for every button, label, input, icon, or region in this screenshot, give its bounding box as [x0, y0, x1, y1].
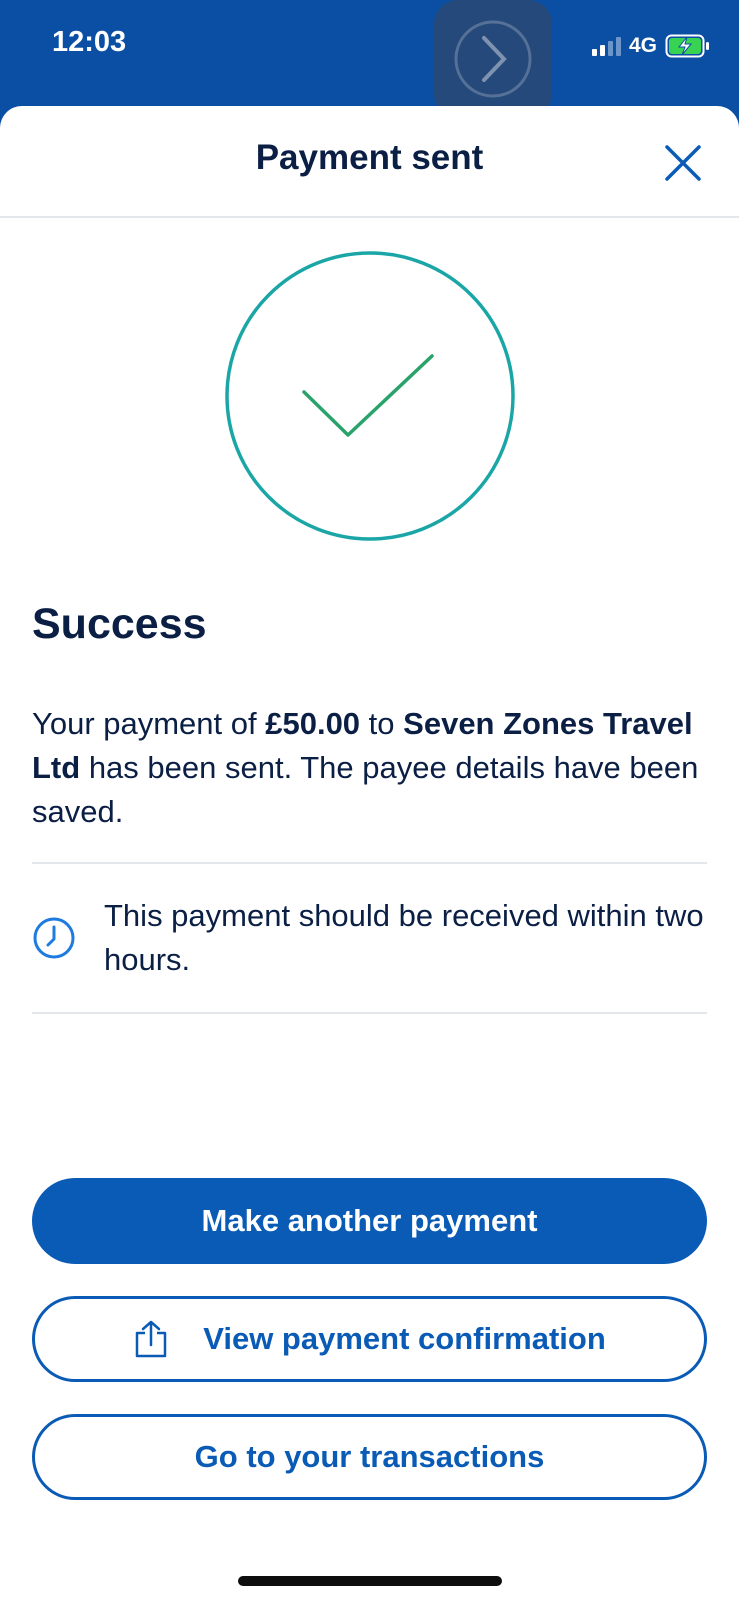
share-icon — [135, 1320, 167, 1358]
close-button[interactable] — [660, 140, 706, 186]
go-to-transactions-button[interactable]: Go to your transactions — [32, 1414, 707, 1500]
status-indicators: 4G — [591, 32, 711, 60]
chevron-right-icon — [454, 20, 532, 98]
status-bar: 12:03 4G — [0, 0, 739, 118]
make-another-payment-label: Make another payment — [201, 1203, 538, 1238]
message-text: Your payment of — [32, 706, 266, 741]
payment-amount: £50.00 — [265, 706, 361, 741]
signal-bars-icon — [591, 36, 621, 56]
success-heading: Success — [32, 600, 207, 648]
battery-charging-icon — [665, 34, 709, 58]
delivery-notice: This payment should be received within t… — [32, 880, 707, 1010]
view-payment-confirmation-label: View payment confirmation — [203, 1321, 606, 1356]
assistive-touch-button[interactable] — [434, 0, 552, 118]
status-time: 12:03 — [52, 26, 127, 58]
go-to-transactions-label: Go to your transactions — [194, 1439, 545, 1474]
delivery-notice-text: This payment should be received within t… — [104, 898, 704, 977]
close-icon — [665, 145, 701, 181]
clock-icon — [33, 917, 75, 959]
make-another-payment-button[interactable]: Make another payment — [32, 1178, 707, 1264]
page-title: Payment sent — [255, 138, 484, 177]
payment-sent-sheet: Payment sent Success Your payment of £50… — [0, 106, 739, 1600]
message-text: to — [360, 706, 404, 741]
home-indicator[interactable] — [238, 1576, 502, 1586]
view-payment-confirmation-button[interactable]: View payment confirmation — [32, 1296, 707, 1382]
success-message: Your payment of £50.00 to Seven Zones Tr… — [32, 702, 712, 834]
network-type: 4G — [628, 34, 657, 57]
divider — [32, 862, 707, 864]
checkmark-circle-icon — [225, 251, 515, 541]
divider — [32, 1012, 707, 1014]
sheet-header: Payment sent — [0, 106, 739, 218]
message-text: has been sent. The payee details have be… — [32, 750, 699, 829]
